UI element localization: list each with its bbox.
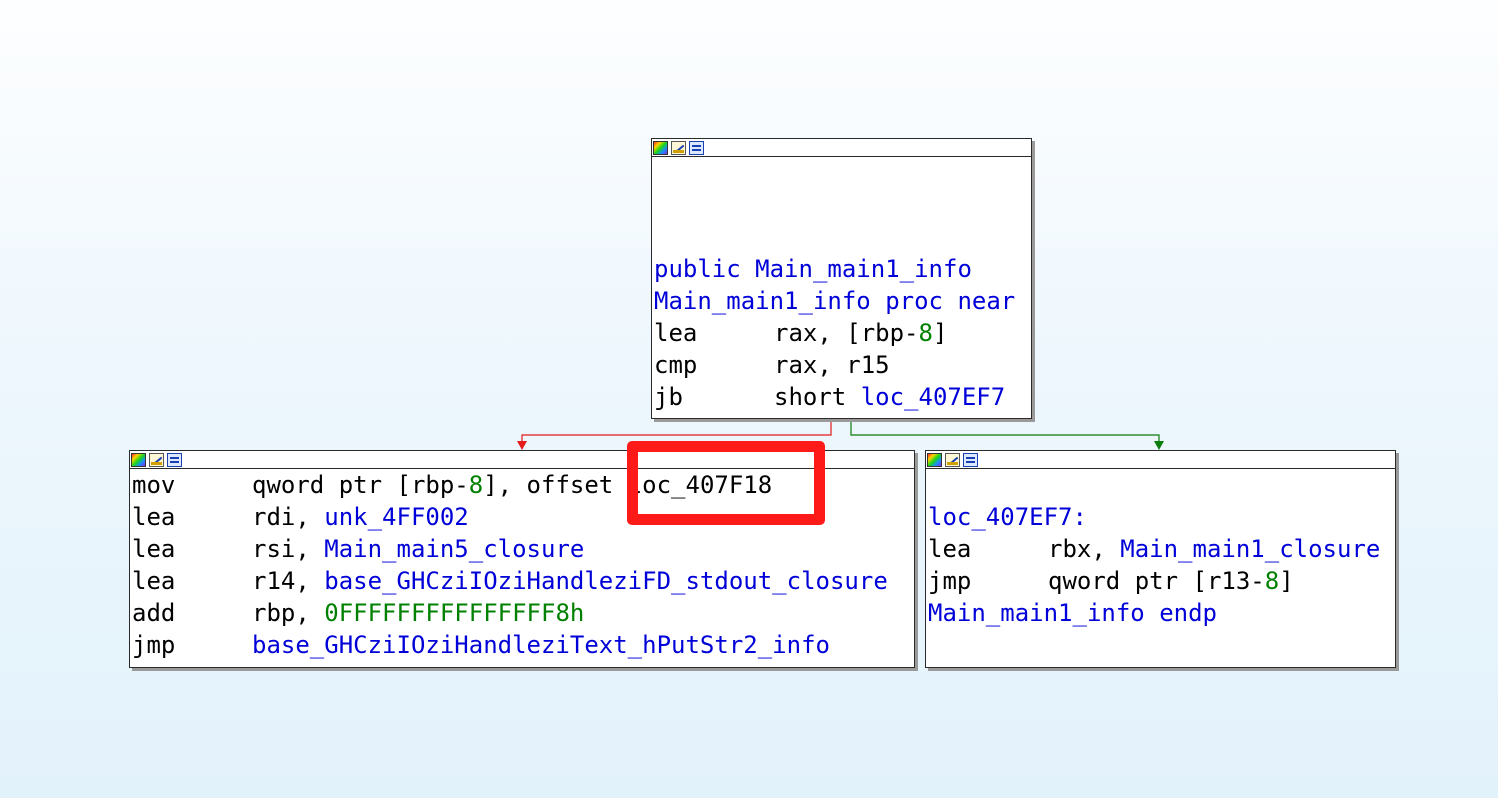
color-palette-icon[interactable] — [927, 452, 942, 467]
symbol-link[interactable]: Main_main1_closure — [1120, 535, 1380, 563]
asm-line: mov qword ptr [rbp-8], offset loc_407F18 — [132, 469, 914, 501]
operand: rax, [rbp- — [774, 319, 919, 347]
mnemonic: lea — [928, 535, 972, 563]
symbol-link[interactable]: base_GHCziIOziHandleziFD_stdout_closure — [324, 567, 888, 595]
operand: ], offset — [483, 471, 628, 499]
asm-line: cmp rax, r15 — [654, 349, 1031, 381]
asm-line: lea rsi, Main_main5_closure — [132, 533, 914, 565]
asm-line: lea rbx, Main_main1_closure — [928, 533, 1395, 565]
block-header — [926, 451, 1395, 469]
operand: qword ptr [r13- — [1048, 567, 1265, 595]
graph-view-icon[interactable] — [963, 452, 978, 467]
block-body: mov qword ptr [rbp-8], offset loc_407F18 … — [130, 469, 914, 661]
operand: rbp, — [252, 599, 325, 627]
operand: rdi, — [252, 503, 325, 531]
graph-view-icon[interactable] — [689, 140, 704, 155]
edge-true-arrowhead — [1154, 441, 1164, 450]
color-palette-icon[interactable] — [653, 140, 668, 155]
number: 0FFFFFFFFFFFFFFF8h — [324, 599, 585, 627]
mnemonic: jmp — [132, 631, 176, 659]
operand: short — [774, 383, 861, 411]
operand: r14, — [252, 567, 325, 595]
mnemonic: lea — [654, 319, 698, 347]
mnemonic: jb — [654, 383, 683, 411]
mnemonic: cmp — [654, 351, 698, 379]
asm-line: lea r14, base_GHCziIOziHandleziFD_stdout_… — [132, 565, 914, 597]
mnemonic: lea — [132, 535, 176, 563]
asm-line: Main_main1_info endp — [928, 597, 1395, 629]
asm-line: Main_main1_info proc near — [654, 285, 1031, 317]
operand: rax, r15 — [774, 351, 890, 379]
symbol-link[interactable]: base_GHCziIOziHandleziText_hPutStr2_info — [252, 631, 830, 659]
asm-line: lea rax, [rbp-8] — [654, 317, 1031, 349]
color-palette-icon[interactable] — [131, 452, 146, 467]
symbol-link[interactable]: Main_main1_info — [928, 599, 1145, 627]
symbol-link[interactable]: Main_main1_info — [654, 287, 871, 315]
keyword: public — [654, 255, 741, 283]
edge-false-branch — [521, 418, 832, 448]
mnemonic: lea — [132, 503, 176, 531]
symbol-link[interactable]: Main_main5_closure — [324, 535, 584, 563]
number: 8 — [1264, 567, 1280, 595]
symbol-link[interactable]: loc_407EF7 — [861, 383, 1006, 411]
operand: rbx, — [1048, 535, 1121, 563]
number: 8 — [468, 471, 484, 499]
edge-true-branch — [850, 418, 1160, 448]
operand: qword ptr [rbp- — [252, 471, 469, 499]
left-basic-block[interactable]: mov qword ptr [rbp-8], offset loc_407F18 … — [129, 450, 915, 668]
graph-view-icon[interactable] — [167, 452, 182, 467]
symbol-link[interactable]: loc_407F18 — [628, 471, 773, 499]
block-header — [652, 139, 1031, 157]
block-body: public Main_main1_info Main_main1_info p… — [652, 157, 1031, 413]
keyword: endp — [1159, 599, 1217, 627]
top-basic-block[interactable]: public Main_main1_info Main_main1_info p… — [651, 138, 1032, 419]
block-header — [130, 451, 914, 469]
mnemonic: mov — [132, 471, 176, 499]
edit-pencil-icon[interactable] — [945, 452, 960, 467]
operand: ] — [1279, 567, 1294, 595]
mnemonic: jmp — [928, 567, 972, 595]
location-label[interactable]: loc_407EF7: — [928, 503, 1087, 531]
symbol-link[interactable]: unk_4FF002 — [324, 503, 469, 531]
edge-false-arrowhead — [517, 441, 527, 450]
symbol-link[interactable]: Main_main1_info — [755, 255, 972, 283]
block-body: loc_407EF7: lea rbx, Main_main1_closure j… — [926, 469, 1395, 629]
right-basic-block[interactable]: loc_407EF7: lea rbx, Main_main1_closure j… — [925, 450, 1396, 668]
mnemonic: lea — [132, 567, 176, 595]
operand: rsi, — [252, 535, 325, 563]
asm-line: add rbp, 0FFFFFFFFFFFFFFF8h — [132, 597, 914, 629]
operand: ] — [932, 319, 948, 347]
asm-line: lea rdi, unk_4FF002 — [132, 501, 914, 533]
asm-line: jmp qword ptr [r13-8] — [928, 565, 1395, 597]
edit-pencil-icon[interactable] — [671, 140, 686, 155]
asm-line: jb short loc_407EF7 — [654, 381, 1031, 413]
asm-line: public Main_main1_info — [654, 253, 1031, 285]
asm-line: loc_407EF7: — [928, 501, 1395, 533]
mnemonic: add — [132, 599, 176, 627]
number: 8 — [918, 319, 933, 347]
keyword: proc near — [885, 287, 1016, 315]
graph-canvas[interactable]: public Main_main1_info Main_main1_info p… — [0, 0, 1498, 798]
edit-pencil-icon[interactable] — [149, 452, 164, 467]
asm-line: jmp base_GHCziIOziHandleziText_hPutStr2_i… — [132, 629, 914, 661]
